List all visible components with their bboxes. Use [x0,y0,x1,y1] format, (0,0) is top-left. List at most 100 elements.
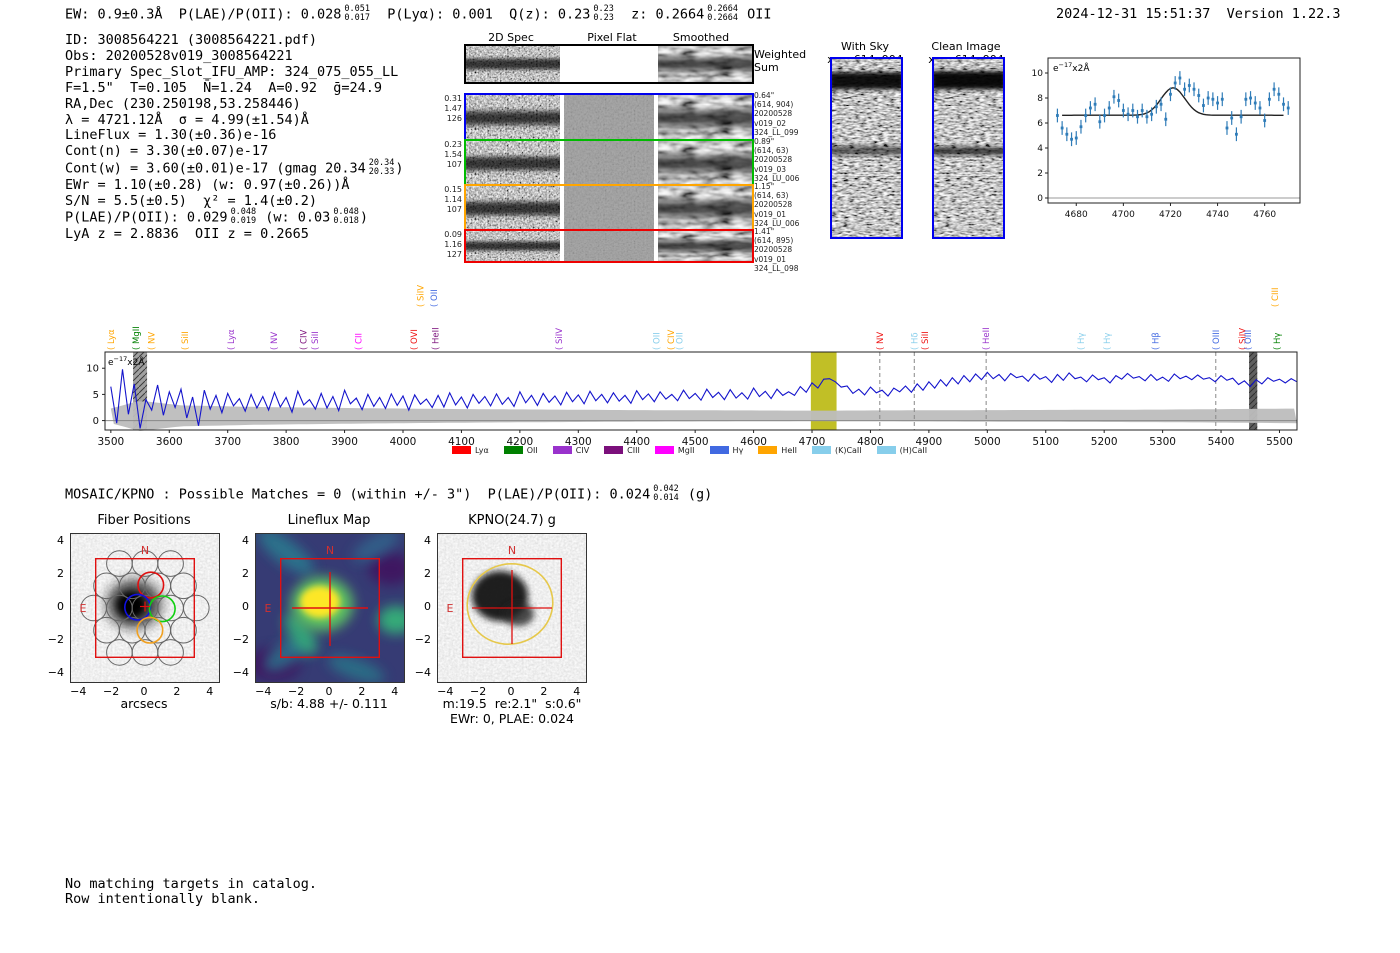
detection-info-block: ID: 3008564221 (3008564221.pdf) Obs: 2020… [65,32,404,243]
legend-item: (H)CaII [876,446,927,455]
fiber-positions-image: N E [70,533,220,683]
lineflux-east-label: E [265,602,272,615]
svg-text:4: 4 [1037,144,1043,154]
cutout-x-tick: −4 [70,685,87,698]
cutout-y-tick: 4 [57,534,64,548]
emission-line-label: ( SiII [181,331,191,350]
emission-line-label: ( OIII [1212,330,1222,350]
kpno-east-label: E [447,602,454,615]
spec2d-strip [564,141,654,186]
svg-text:4680: 4680 [1065,210,1088,220]
emission-line-label: ( SiII [311,331,321,350]
main-spectrum-ylabel: e−17x2Å [108,355,145,368]
lineflux-north-label: N [326,544,334,557]
zoom-fit-plot: 0 2 4 6 8 10 4680 4700 4720 4740 4760 [1032,57,1301,220]
svg-text:3600: 3600 [156,436,183,448]
legend-item: MgII [654,446,695,455]
spec2d-strip [658,141,752,186]
cutout-y-tick: 4 [424,534,431,548]
uncertainty-stack: 0.051 0.017 [344,4,370,23]
info-line: Obs: 20200528v019_3008564221 [65,47,293,64]
emission-line-label: ( Lyα [227,329,237,350]
lineflux-xlabel: s/b: 4.88 +/- 0.111 [270,696,388,711]
legend-swatch [876,446,896,454]
spec2d-strip [658,46,752,82]
emission-line-label: ( Lyα [107,329,117,350]
svg-text:4760: 4760 [1253,210,1276,220]
cutout-x-tick: −2 [103,685,120,698]
spec2d-row [464,93,754,143]
cutout-y-tick: −4 [414,665,431,679]
info-line: λ = 4721.12Å σ = 4.99(±1.54)Å [65,111,309,128]
spec2d-row [464,44,754,84]
legend-item: (K)CaII [811,446,862,455]
uncertainty-stack: 0.2664 0.2664 [707,4,738,23]
footer-line-2: Row intentionally blank. [65,891,261,907]
column-header-2d-spec: 2D Spec [488,31,534,44]
legend-item: CIII [604,446,640,455]
zoom-fit-ylabel: e−17x2Å [1053,61,1090,74]
fiber-north-label: N [141,544,149,557]
emission-line-label: ( SiIV [555,328,565,350]
svg-text:3500: 3500 [97,436,124,448]
spec2d-row-right-labels: 1.15" (614, 63) 20200528 v019_01 324_LU_006 [754,182,800,228]
legend-swatch [654,446,674,454]
spec2d-row-left-labels: 0.31 1.47 126 [444,94,462,123]
emission-line-label: ( NV [148,332,158,350]
legend-item: Lyα [452,446,489,455]
clean-image-title-text: Clean Image [931,40,1001,53]
svg-text:4000: 4000 [390,436,417,448]
elixer-report-page: EW: 0.9±0.3Å P(LAE)/P(OII): 0.028 0.051 0.… [0,0,1400,953]
info-line: P(LAE)/P(OII): 0.029 0.048 0.019 (w: 0.03 0… [65,207,369,226]
kpno-north-label: N [508,544,516,557]
spectrum-line-legend: Lyα OII CIV CIII MgII Hγ HeII (K)CaII (H)CaII [452,446,927,455]
column-header-smoothed: Smoothed [672,31,730,44]
uncertainty-stack: 0.048 0.018 [333,207,359,226]
emission-line-label: ( SiIV [417,285,427,307]
legend-item: CIV [552,446,589,455]
with-sky-title-text: With Sky [841,40,889,53]
emission-line-label: ( CIV [300,330,310,350]
emission-line-label: ( Hδ [910,332,920,350]
cutout-y-tick: −2 [47,632,64,646]
info-line: LineFlux = 1.30(±0.36)e-16 [65,127,277,144]
cutout-y-tick: −2 [232,632,249,646]
emission-line-label: ( OII [653,332,663,350]
info-line: Cont(w) = 3.60(±0.01)e-17 (gmag 20.34 20.… [65,158,404,177]
emission-line-label: ( CII [355,333,365,350]
svg-text:3900: 3900 [331,436,358,448]
legend-swatch [452,446,471,454]
emission-line-label: ( Hγ [1103,333,1113,350]
spec2d-strip [658,95,752,141]
legend-swatch [709,446,729,454]
emission-line-label: ( Hγ [1273,333,1283,350]
uncertainty-stack: 0.23 0.23 [593,4,614,23]
main-spectrum-plot: 3500 3600 3700 3800 3900 4000 4100 4200 4300 4400… [86,285,1298,448]
spec2d-row [464,184,754,233]
svg-text:5400: 5400 [1208,436,1235,448]
summary-header-line: EW: 0.9±0.3Å P(LAE)/P(OII): 0.028 0.051 0.… [65,4,772,23]
legend-swatch [552,446,572,454]
cutout-y-tick: −4 [232,665,249,679]
emission-line-label: ( HeII [982,327,992,350]
svg-text:8: 8 [1037,94,1043,104]
column-header-pixel-flat: Pixel Flat [587,31,637,44]
cutout-x-tick: −4 [255,685,272,698]
mosaic-kpno-line: MOSAIC/KPNO : Possible Matches = 0 (with… [65,484,713,503]
legend-swatch [811,446,831,454]
kpno-xlabel: m:19.5 re:2.1" s:0.6" [442,696,582,711]
emission-line-label: ( OII [675,332,685,350]
svg-text:4700: 4700 [1112,210,1135,220]
legend-item: HeII [758,446,797,455]
spec2d-row-right-labels: Weighted Sum [754,48,807,74]
fiber-positions-title: Fiber Positions [97,513,191,528]
emission-line-label: ( HeII [432,327,442,350]
svg-text:3700: 3700 [214,436,241,448]
svg-text:5: 5 [93,390,99,401]
emission-line-label: ( OII [430,289,440,307]
legend-item: OII [503,446,538,455]
kpno-caption2: EWr: 0, PLAE: 0.024 [450,711,574,726]
cutout-y-tick: 2 [424,567,431,581]
lineflux-map-title: Lineflux Map [287,513,371,528]
svg-text:2: 2 [1037,169,1043,179]
